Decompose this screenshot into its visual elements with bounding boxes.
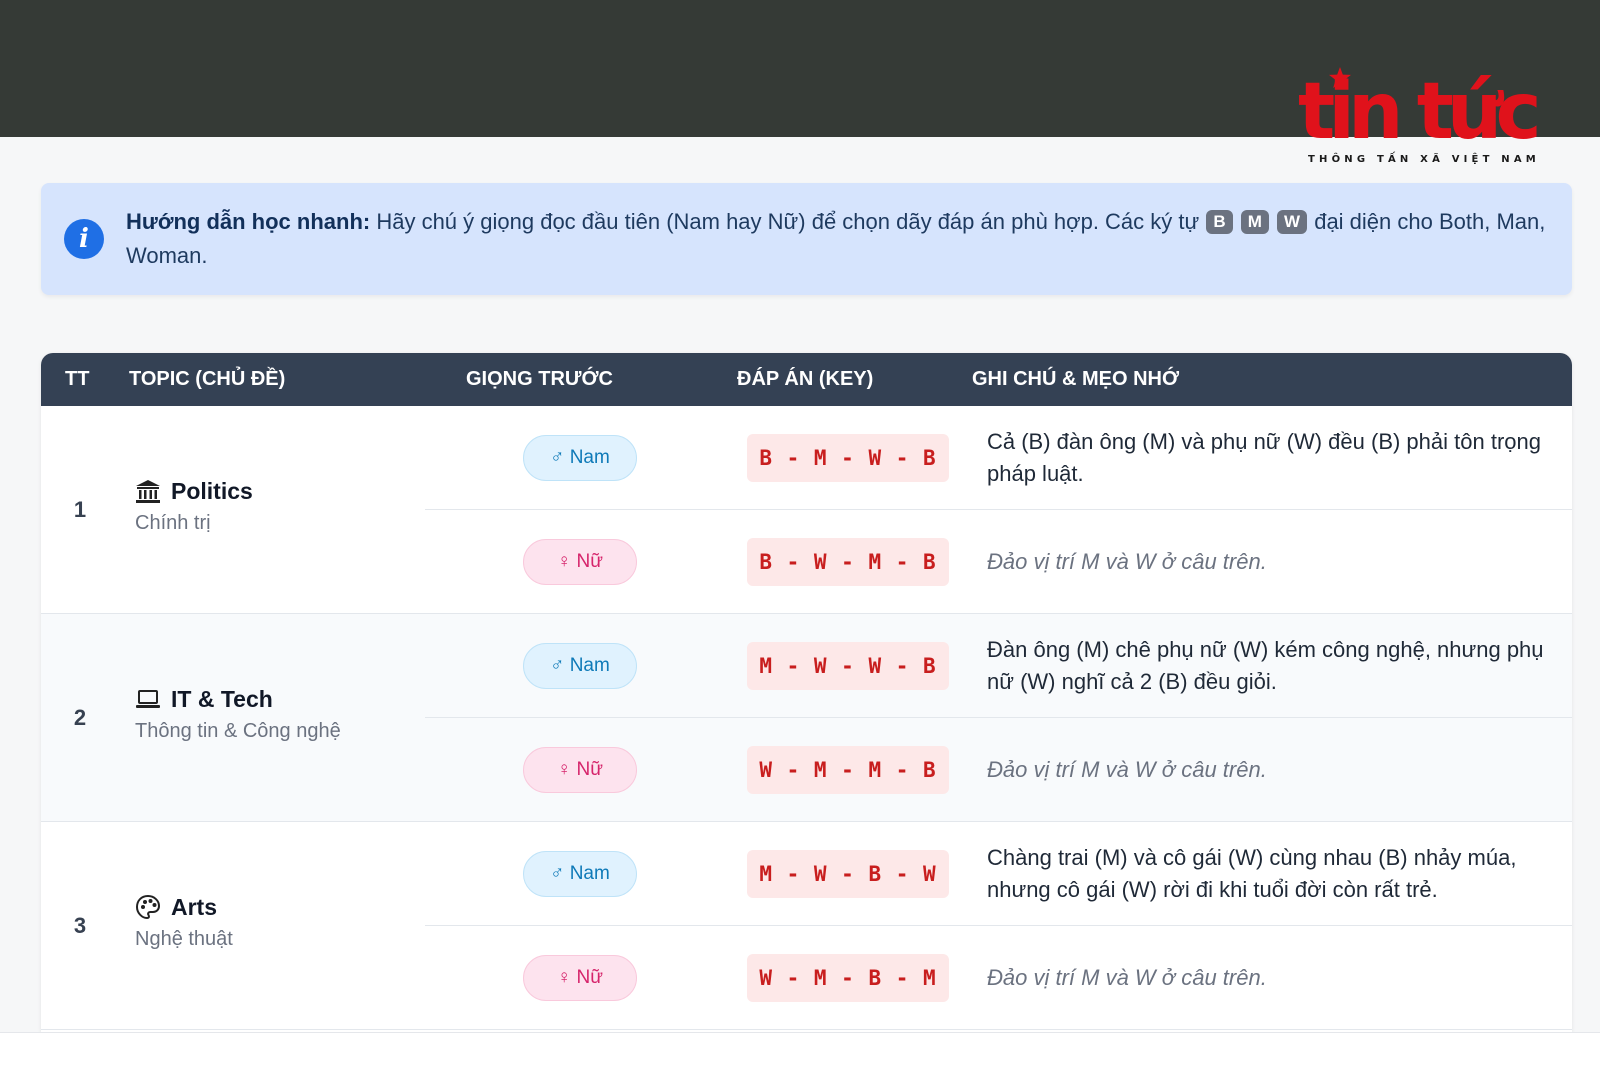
topic-name: IT & Tech <box>171 685 273 712</box>
header-tt: TT <box>65 368 90 390</box>
male-voice-badge: ♂ Nam <box>523 643 637 689</box>
row-number: 3 <box>73 913 87 938</box>
topic-name: Politics <box>171 477 253 504</box>
female-voice-badge: ♀ Nữ <box>523 955 637 1001</box>
topic-title: IT & Tech <box>135 684 341 714</box>
female-voice-badge: ♀ Nữ <box>523 539 637 585</box>
answer-key: W - M - B - M <box>747 954 949 1002</box>
header-topic: TOPIC (CHỦ ĐỀ) <box>129 368 286 390</box>
quick-guide-label: Hướng dẫn học nhanh: <box>126 209 371 234</box>
female-voice-row: ♀ Nữ B - W - M - B Đảo vị trí M và W ở c… <box>425 510 1572 614</box>
laptop-icon <box>136 690 160 708</box>
header-notes: GHI CHÚ & MẸO NHỚ <box>972 368 1180 390</box>
answer-key-table: TT TOPIC (CHỦ ĐỀ) GIỌNG TRƯỚC ĐÁP ÁN (KE… <box>41 353 1572 1032</box>
quick-guide-box: i Hướng dẫn học nhanh: Hãy chú ý giọng đ… <box>41 183 1572 295</box>
table-header: TT TOPIC (CHỦ ĐỀ) GIỌNG TRƯỚC ĐÁP ÁN (KE… <box>41 353 1572 406</box>
row-number: 2 <box>73 705 87 730</box>
topic-cell: Politics Chính trị <box>135 476 253 535</box>
answer-key: W - M - M - B <box>747 746 949 794</box>
male-voice-badge: ♂ Nam <box>523 851 637 897</box>
male-voice-row: ♂ Nam B - M - W - B Cả (B) đàn ông (M) v… <box>425 406 1572 510</box>
male-voice-row: ♂ Nam M - W - B - W Chàng trai (M) và cô… <box>425 822 1572 926</box>
memory-tip: Đảo vị trí M và W ở câu trên. <box>987 757 1267 782</box>
logo-wordmark: tin tức <box>1298 67 1542 157</box>
answer-key: B - M - W - B <box>747 434 949 482</box>
header-key: ĐÁP ÁN (KEY) <box>737 368 874 390</box>
bank-icon <box>136 480 160 503</box>
topic-cell: IT & Tech Thông tin & Công nghệ <box>135 684 341 743</box>
topic-subtitle: Chính trị <box>135 512 211 534</box>
logo-tagline: THÔNG TẤN XÃ VIỆT NAM <box>1308 154 1540 165</box>
topic-title: Politics <box>135 476 253 506</box>
answer-key: M - W - W - B <box>747 642 949 690</box>
topic-name: Arts <box>171 893 218 920</box>
info-icon: i <box>64 219 104 259</box>
quick-guide-text: Hướng dẫn học nhanh: Hãy chú ý giọng đọc… <box>126 205 1546 273</box>
palette-icon <box>135 894 161 920</box>
table-row: 3 Arts Nghệ thuật ♂ Nam M - W - B - W Ch… <box>41 822 1572 1030</box>
memory-tip: Đàn ông (M) chê phụ nữ (W) kém công nghệ… <box>987 637 1544 694</box>
tintuc-logo: tin tức THÔNG TẤN XÃ VIỆT NAM <box>1298 66 1542 170</box>
row-number: 1 <box>73 497 87 522</box>
topic-subtitle: Nghệ thuật <box>135 928 233 950</box>
memory-tip: Chàng trai (M) và cô gái (W) cùng nhau (… <box>987 845 1517 902</box>
topic-cell: Arts Nghệ thuật <box>135 892 233 951</box>
female-voice-row: ♀ Nữ W - M - M - B Đảo vị trí M và W ở c… <box>425 718 1572 822</box>
table-row: 2 IT & Tech Thông tin & Công nghệ ♂ Nam … <box>41 614 1572 822</box>
memory-tip: Đảo vị trí M và W ở câu trên. <box>987 549 1267 574</box>
table-row: 1 Politics Chính trị ♂ Nam B - M - W - B… <box>41 406 1572 614</box>
bottom-margin <box>0 1032 1600 1067</box>
topic-subtitle: Thông tin & Công nghệ <box>135 720 341 742</box>
key-badge-m: M <box>1240 210 1269 234</box>
male-voice-row: ♂ Nam M - W - W - B Đàn ông (M) chê phụ … <box>425 614 1572 718</box>
memory-tip: Cả (B) đàn ông (M) và phụ nữ (W) đều (B)… <box>987 429 1541 486</box>
memory-tip: Đảo vị trí M và W ở câu trên. <box>987 965 1267 990</box>
quick-guide-text-1: Hãy chú ý giọng đọc đầu tiên (Nam hay Nữ… <box>370 209 1206 234</box>
answer-key: B - W - M - B <box>747 538 949 586</box>
male-voice-badge: ♂ Nam <box>523 435 637 481</box>
topic-title: Arts <box>135 892 233 922</box>
key-badge-b: B <box>1206 210 1233 234</box>
female-voice-row: ♀ Nữ W - M - B - M Đảo vị trí M và W ở c… <box>425 926 1572 1030</box>
answer-key: M - W - B - W <box>747 850 949 898</box>
header-voice: GIỌNG TRƯỚC <box>466 368 613 390</box>
key-badge-w: W <box>1277 210 1308 234</box>
female-voice-badge: ♀ Nữ <box>523 747 637 793</box>
